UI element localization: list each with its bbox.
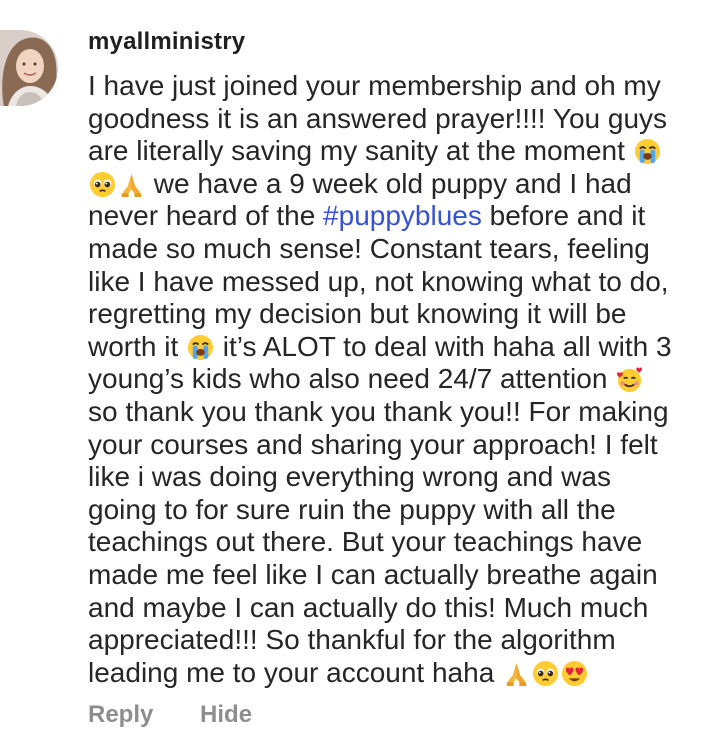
comment-line: leading me to your account haha [88,657,728,690]
comment-line: we have a 9 week old puppy and I had [88,168,728,201]
comment-line: going to for sure ruin the puppy with al… [88,493,616,525]
pleading-face-icon [532,660,559,687]
comment: myallministry I have just joined your me… [0,0,728,752]
smiling-face-with-hearts-icon [616,366,643,393]
folded-hands-icon [118,171,145,198]
comment-line: so thank you thank you thank you!! For m… [88,395,669,427]
folded-hands-icon [503,660,530,687]
comment-actions: Reply Hide [88,701,252,729]
username[interactable]: myallministry [88,28,245,56]
comment-line: appreciated!!! So thankful for the algor… [88,624,616,656]
comment-line: made so much sense! Constant tears, feel… [88,232,650,264]
comment-body: I have just joined your membership and o… [88,70,728,689]
comment-line: I have just joined your membership and o… [88,70,661,101]
comment-line: and maybe I can actually do this! Much m… [88,591,649,623]
hide-button[interactable]: Hide [200,701,252,728]
avatar[interactable] [0,30,58,106]
reply-button[interactable]: Reply [88,701,153,728]
hashtag-link[interactable]: #puppyblues [323,200,482,231]
comment-line: made me feel like I can actually breathe… [88,558,658,590]
comment-line: regretting my decision but knowing it wi… [88,298,627,330]
comment-line: teachings out there. But your teachings … [88,526,643,558]
comment-line: your courses and sharing your approach! … [88,428,658,460]
pleading-face-icon [89,171,116,198]
comment-line: like I have messed up, not knowing what … [88,265,669,297]
loudly-crying-face-icon [187,334,214,361]
comment-line: goodness it is an answered prayer!!!! Yo… [88,102,668,134]
comment-line: are literally saving my sanity at the mo… [88,135,728,168]
loudly-crying-face-icon [634,138,661,165]
comment-line: never heard of the #puppyblues before an… [88,200,646,232]
heart-eyes-icon [561,660,588,687]
comment-line: like i was doing everything wrong and wa… [88,461,611,493]
comment-line: young’s kids who also need 24/7 attentio… [88,363,728,396]
comment-line: worth it it’s ALOT to deal with haha all… [88,330,672,362]
